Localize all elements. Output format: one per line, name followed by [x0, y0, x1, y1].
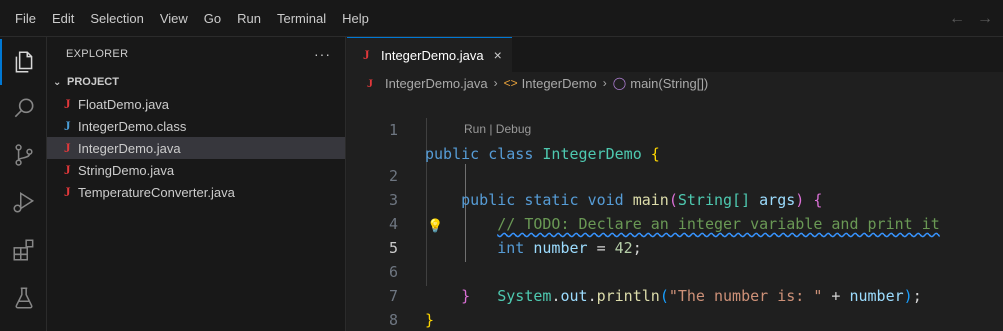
folder-project[interactable]: ⌄ PROJECT: [47, 71, 345, 93]
code-line: 3 // TODO: Declare an integer variable a…: [347, 164, 1003, 233]
class-symbol-icon: <>: [503, 76, 518, 90]
java-file-icon: J: [64, 140, 71, 155]
editor-area: J IntegerDemo.java × J IntegerDemo.java …: [347, 37, 1003, 331]
breadcrumb-file[interactable]: IntegerDemo.java: [385, 76, 488, 91]
more-actions-icon[interactable]: ···: [314, 46, 331, 62]
file-item-floatdemo[interactable]: J FloatDemo.java: [47, 93, 345, 115]
chevron-down-icon: ⌄: [53, 76, 62, 88]
back-arrow-icon[interactable]: ←: [949, 10, 965, 28]
explorer-icon[interactable]: [0, 39, 47, 85]
testing-icon[interactable]: [0, 275, 47, 321]
explorer-header: EXPLORER ···: [47, 37, 345, 71]
folder-label: PROJECT: [67, 76, 119, 88]
extensions-icon[interactable]: [0, 227, 47, 273]
file-item-stringdemo[interactable]: J StringDemo.java: [47, 159, 345, 181]
chevron-right-icon: ›: [602, 76, 607, 90]
code-line: 1 public class IntegerDemo {: [347, 94, 1003, 163]
menu-selection[interactable]: Selection: [82, 0, 151, 37]
breadcrumb-method[interactable]: main(String[]): [630, 76, 708, 91]
file-label: TemperatureConverter.java: [78, 184, 235, 200]
explorer-title: EXPLORER: [66, 48, 129, 60]
code-line: 7 }: [347, 260, 1003, 329]
file-item-integerdemo-java[interactable]: J IntegerDemo.java: [47, 137, 345, 159]
code-line: 8: [347, 284, 1003, 329]
file-label: StringDemo.java: [78, 162, 175, 178]
explorer-panel: EXPLORER ··· ⌄ PROJECT J FloatDemo.java …: [47, 37, 346, 331]
tab-bar: J IntegerDemo.java ×: [347, 37, 1003, 72]
menu-edit[interactable]: Edit: [44, 0, 82, 37]
java-file-icon: J: [64, 162, 71, 177]
java-file-icon: J: [363, 47, 370, 62]
menu-view[interactable]: View: [152, 0, 196, 37]
chevron-right-icon: ›: [493, 76, 498, 90]
run-debug-icon[interactable]: [0, 179, 47, 225]
code-line: 2 public static void main(String[] args)…: [347, 140, 1003, 209]
close-icon[interactable]: ×: [494, 47, 502, 63]
breadcrumb: J IntegerDemo.java › <> IntegerDemo › ◯ …: [347, 72, 1003, 94]
search-icon[interactable]: [0, 85, 47, 131]
navigation-arrows: ← →: [949, 0, 993, 37]
file-item-temperatureconverter[interactable]: J TemperatureConverter.java: [47, 181, 345, 203]
method-symbol-icon: ◯: [612, 76, 627, 90]
code-editor[interactable]: 1 public class IntegerDemo { Run | Debug…: [347, 94, 1003, 329]
file-item-integerdemo-class[interactable]: J IntegerDemo.class: [47, 115, 345, 137]
line-number: 8: [388, 311, 398, 329]
menu-help[interactable]: Help: [334, 0, 377, 37]
breadcrumb-class[interactable]: IntegerDemo: [522, 76, 597, 91]
java-file-icon: J: [367, 75, 373, 90]
menu-go[interactable]: Go: [196, 0, 229, 37]
source-control-icon[interactable]: [0, 132, 47, 178]
class-file-icon: J: [64, 118, 71, 133]
java-file-icon: J: [64, 96, 71, 111]
codelens-run-debug[interactable]: Run | Debug: [347, 118, 1003, 140]
java-file-icon: J: [64, 184, 71, 199]
activity-bar: [0, 37, 47, 331]
menu-bar: File Edit Selection View Go Run Terminal…: [0, 0, 1003, 37]
tab-label: IntegerDemo.java: [381, 47, 484, 63]
menu-terminal[interactable]: Terminal: [269, 0, 334, 37]
code-line-current: 5 💡 System.out.println("The number is: "…: [347, 212, 1003, 305]
menu-run[interactable]: Run: [229, 0, 269, 37]
code-line: 4 int number = 42;: [347, 188, 1003, 257]
tab-integerdemo-java[interactable]: J IntegerDemo.java ×: [347, 37, 512, 72]
code-line: 6 }: [347, 236, 1003, 305]
file-label: IntegerDemo.java: [78, 140, 181, 156]
menu-file[interactable]: File: [0, 0, 44, 37]
file-label: IntegerDemo.class: [78, 118, 187, 134]
forward-arrow-icon[interactable]: →: [977, 10, 993, 28]
file-label: FloatDemo.java: [78, 96, 170, 112]
